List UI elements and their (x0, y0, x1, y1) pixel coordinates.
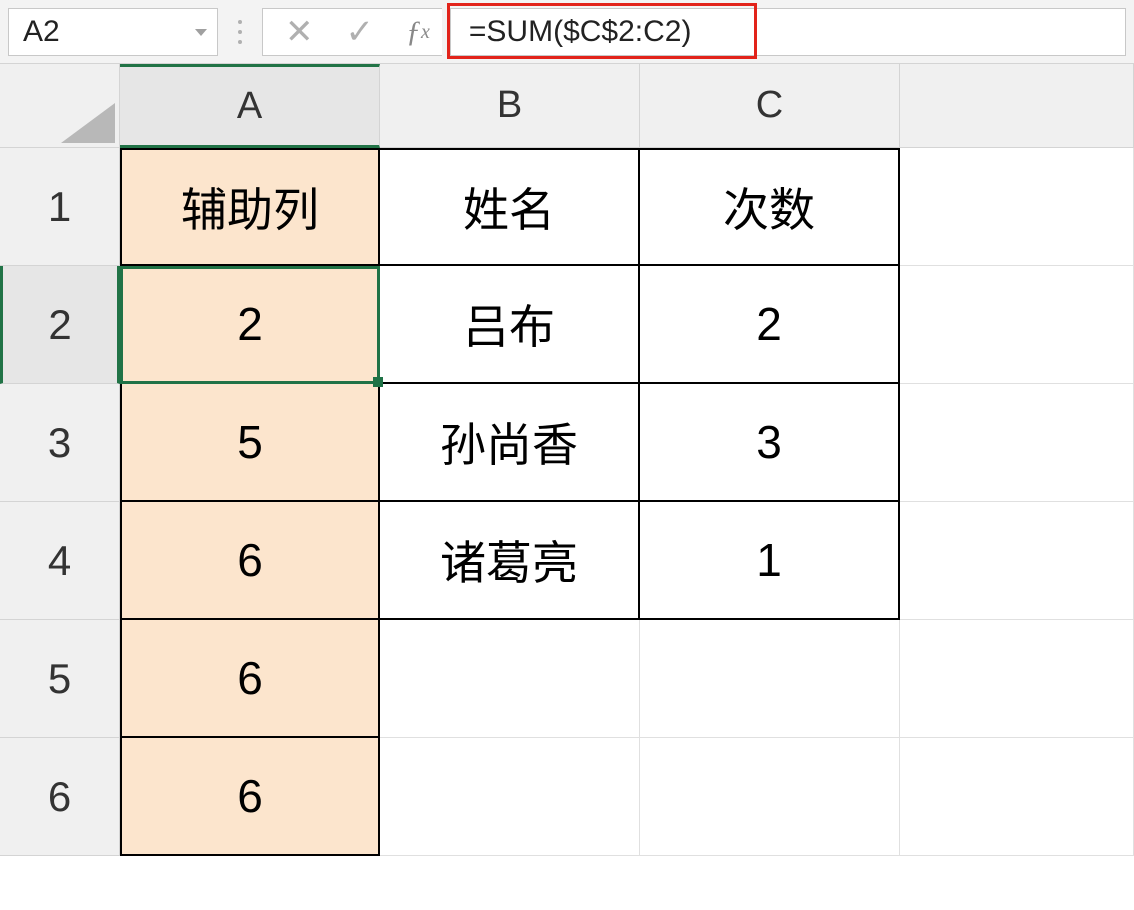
formula-input[interactable]: =SUM($C$2:C2) (450, 8, 1126, 56)
row-header-5[interactable]: 5 (0, 620, 120, 738)
fx-icon[interactable]: ƒx (406, 17, 430, 47)
cell-B5[interactable] (380, 620, 640, 738)
divider-icon (226, 20, 254, 44)
cell-A4[interactable]: 6 (120, 502, 380, 620)
row-header-1[interactable]: 1 (0, 148, 120, 266)
cell-B3[interactable]: 孙尚香 (380, 384, 640, 502)
row-header-3[interactable]: 3 (0, 384, 120, 502)
cell-A3[interactable]: 5 (120, 384, 380, 502)
cell-C4[interactable]: 1 (640, 502, 900, 620)
row-header-4[interactable]: 4 (0, 502, 120, 620)
cancel-icon[interactable]: ✕ (285, 15, 314, 49)
col-header-C[interactable]: C (640, 64, 900, 148)
cell-D3[interactable] (900, 384, 1134, 502)
row-header-6[interactable]: 6 (0, 738, 120, 856)
cell-B1[interactable]: 姓名 (380, 148, 640, 266)
cell-A6[interactable]: 6 (120, 738, 380, 856)
col-header-B[interactable]: B (380, 64, 640, 148)
name-box[interactable]: A2 (8, 8, 218, 56)
col-header-A[interactable]: A (120, 64, 380, 148)
formula-text: =SUM($C$2:C2) (469, 15, 692, 49)
cell-A1[interactable]: 辅助列 (120, 148, 380, 266)
cell-D1[interactable] (900, 148, 1134, 266)
cell-D4[interactable] (900, 502, 1134, 620)
dropdown-icon[interactable] (195, 29, 207, 36)
cell-C2[interactable]: 2 (640, 266, 900, 384)
name-box-text: A2 (23, 15, 60, 49)
cell-D2[interactable] (900, 266, 1134, 384)
cell-A5[interactable]: 6 (120, 620, 380, 738)
cell-D6[interactable] (900, 738, 1134, 856)
cell-C6[interactable] (640, 738, 900, 856)
cell-B4[interactable]: 诸葛亮 (380, 502, 640, 620)
cell-D5[interactable] (900, 620, 1134, 738)
formula-bar-buttons: ✕ ✓ ƒx (262, 8, 442, 56)
cell-B6[interactable] (380, 738, 640, 856)
col-header-D[interactable] (900, 64, 1134, 148)
cell-C1[interactable]: 次数 (640, 148, 900, 266)
select-all-corner[interactable] (0, 64, 120, 148)
spreadsheet[interactable]: A B C 1 辅助列 姓名 次数 2 2 吕布 2 3 5 孙尚香 3 4 6… (0, 64, 1134, 856)
row-header-2[interactable]: 2 (0, 266, 120, 384)
cell-A2[interactable]: 2 (120, 266, 380, 384)
accept-icon[interactable]: ✓ (346, 15, 375, 49)
cell-B2[interactable]: 吕布 (380, 266, 640, 384)
formula-bar: A2 ✕ ✓ ƒx =SUM($C$2:C2) (0, 0, 1134, 64)
cell-C3[interactable]: 3 (640, 384, 900, 502)
cell-C5[interactable] (640, 620, 900, 738)
